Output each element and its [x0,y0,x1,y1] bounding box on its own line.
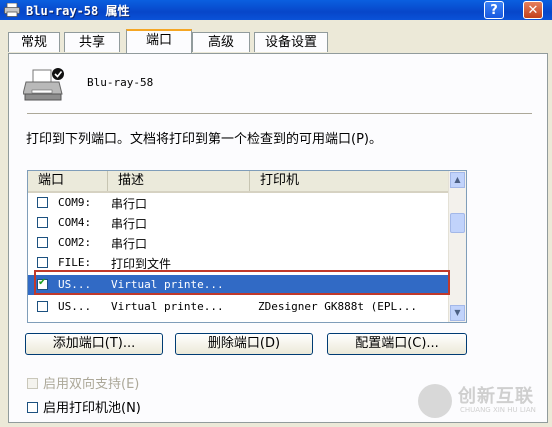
printer-icon [4,3,20,17]
tab-advanced[interactable]: 高级 [192,32,250,52]
port-name: US... [58,300,92,313]
close-button[interactable]: ✕ [523,1,543,19]
watermark-logo-icon [418,384,452,418]
bidirectional-label: 启用双向支持(E) [43,377,140,392]
checkbox-icon [27,402,38,413]
tab-general[interactable]: 常规 [8,32,60,52]
port-printer: ZDesigner GK888t (EPL... [258,300,417,313]
port-row[interactable]: COM2: 串行口 [28,233,448,253]
port-description: 串行口 [111,237,148,251]
port-name: COM2: [58,236,92,249]
port-row[interactable]: COM4: 串行口 [28,213,448,233]
window-title: Blu-ray-58 属性 [26,4,130,18]
delete-port-button[interactable]: 删除端口(D) [175,333,313,355]
port-row[interactable]: COM9: 串行口 [28,193,448,213]
port-description: 串行口 [111,197,148,211]
port-checkbox[interactable] [37,197,48,208]
bidirectional-checkbox[interactable]: 启用双向支持(E) [27,373,139,392]
port-description: Virtual printe... [111,300,224,313]
scroll-thumb[interactable] [450,213,465,233]
port-name: COM4: [58,216,92,229]
list-header: 端口 描述 打印机 [28,171,448,193]
watermark-subtext: CHUANG XIN HU LIAN [460,406,536,414]
port-name: US... [58,278,92,291]
watermark-text: 创新互联 [458,386,534,407]
printer-pool-checkbox[interactable]: 启用打印机池(N) [27,397,141,416]
column-description[interactable]: 描述 [108,171,250,191]
port-row[interactable]: FILE: 打印到文件 [28,253,448,273]
tab-ports[interactable]: 端口 [126,29,192,53]
port-row-selected[interactable]: US... Virtual printe... [28,275,448,295]
column-port[interactable]: 端口 [28,171,108,191]
port-row[interactable]: US... Virtual printe... ZDesigner GK888t… [28,297,448,317]
help-button[interactable]: ? [484,1,504,19]
port-name: COM9: [58,196,92,209]
port-checkbox[interactable] [37,217,48,228]
checkbox-icon [27,378,38,389]
watermark: 创新互联 CHUANG XIN HU LIAN [418,378,548,422]
port-checkbox-checked[interactable] [37,277,48,290]
printer-icon [23,68,64,101]
printer-pool-label: 启用打印机池(N) [43,401,141,416]
scroll-down-icon[interactable]: ▼ [450,305,465,321]
column-printer[interactable]: 打印机 [250,171,448,191]
configure-port-button[interactable]: 配置端口(C)... [327,333,467,355]
port-description: Virtual printe... [111,278,224,291]
port-name: FILE: [58,256,92,269]
tab-sharing[interactable]: 共享 [64,32,120,52]
port-description: 串行口 [111,217,148,231]
scroll-up-icon[interactable]: ▲ [450,172,465,188]
printer-name: Blu-ray-58 [87,76,154,89]
title-bar: Blu-ray-58 属性 ? ✕ [0,0,552,20]
port-description: 打印到文件 [111,257,172,271]
port-checkbox[interactable] [37,257,48,268]
add-port-button[interactable]: 添加端口(T)... [25,333,163,355]
port-checkbox[interactable] [37,301,48,312]
divider [27,113,532,114]
port-checkbox[interactable] [37,237,48,248]
list-scrollbar[interactable]: ▲ ▼ [448,171,466,322]
tab-device-settings[interactable]: 设备设置 [254,32,328,52]
port-list[interactable]: 端口 描述 打印机 COM9: 串行口 COM4: 串行口 COM2: 串行口 … [27,170,467,323]
port-instruction: 打印到下列端口。文档将打印到第一个检查到的可用端口(P)。 [26,132,382,147]
